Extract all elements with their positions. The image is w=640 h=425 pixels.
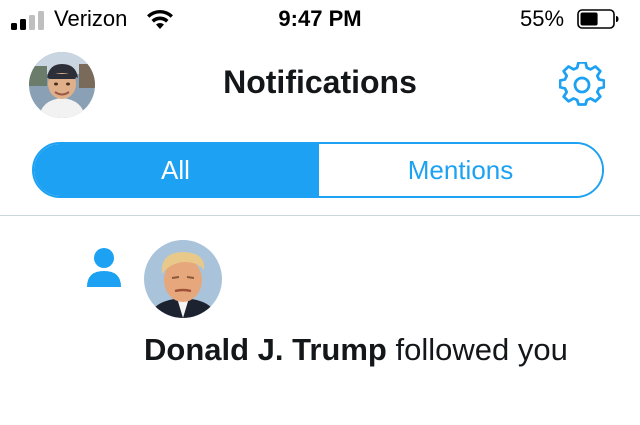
notification-item[interactable]: Donald J. Trump followed you [0, 216, 640, 425]
battery-icon [577, 9, 619, 29]
user-avatar-icon [144, 240, 222, 318]
battery-percentage: 55% [520, 6, 565, 31]
follower-avatar[interactable] [144, 240, 222, 318]
notification-text: Donald J. Trump followed you [144, 328, 584, 371]
tab-mentions[interactable]: Mentions [317, 144, 602, 196]
person-icon [87, 248, 121, 287]
follower-name[interactable]: Donald J. Trump [144, 332, 387, 367]
page-title: Notifications [223, 64, 417, 100]
status-bar: Verizon 9:47 PM 55% [0, 0, 640, 40]
gear-icon[interactable] [559, 62, 605, 108]
tab-all[interactable]: All [34, 144, 317, 196]
notification-action: followed you [386, 332, 568, 367]
notification-tabs: All Mentions [32, 142, 604, 198]
